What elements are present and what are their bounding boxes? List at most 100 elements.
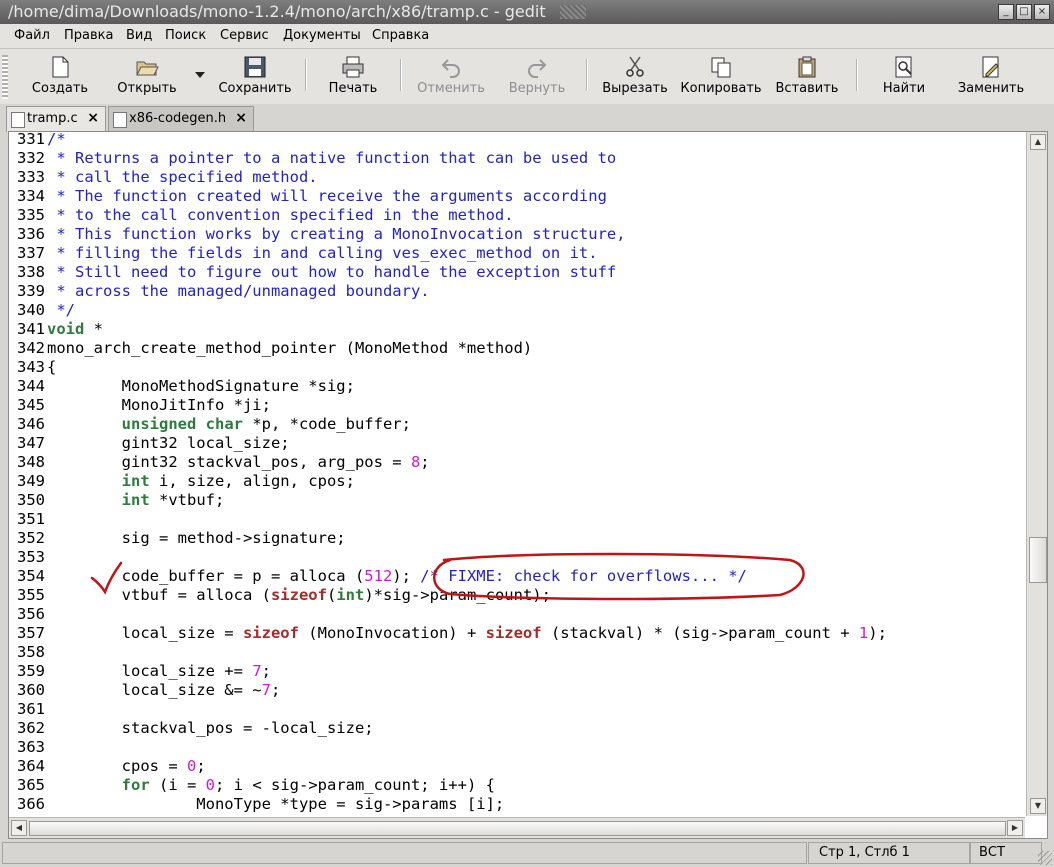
code-line[interactable]: 337 * filling the fields in and calling … (9, 244, 1025, 263)
code-line[interactable]: 343{ (9, 358, 1025, 377)
line-text[interactable]: * call the specified method. (47, 168, 317, 187)
menu-tools[interactable]: Сервис (220, 28, 269, 43)
code-line[interactable]: 361 (9, 700, 1025, 719)
line-text[interactable]: /* (47, 132, 66, 149)
code-line[interactable]: 342 mono_arch_create_method_pointer (Mono… (9, 339, 1025, 358)
code-editor[interactable]: 331/* 332 * Returns a pointer to a native… (9, 132, 1025, 816)
line-text[interactable]: * to the call convention specified in th… (47, 206, 513, 225)
code-line[interactable]: 339 * across the managed/unmanaged bound… (9, 282, 1025, 301)
code-line[interactable]: 345 MonoJitInfo *ji; (9, 396, 1025, 415)
code-line[interactable]: 357 local_size = sizeof (MonoInvocation)… (9, 624, 1025, 643)
menu-edit[interactable]: Правка (64, 28, 113, 43)
close-window-button[interactable]: × (1034, 4, 1050, 20)
code-line[interactable]: 340 */ (9, 301, 1025, 320)
scroll-thumb[interactable] (1029, 537, 1047, 583)
line-text[interactable]: * across the managed/unmanaged boundary. (47, 282, 429, 301)
horizontal-scrollbar[interactable]: ◀ ▶ (9, 817, 1025, 838)
line-text[interactable]: local_size += 7; (47, 662, 271, 681)
code-line[interactable]: 335 * to the call convention specified i… (9, 206, 1025, 225)
line-text[interactable]: local_size = sizeof (MonoInvocation) + s… (47, 624, 887, 643)
line-text[interactable]: MonoJitInfo *ji; (47, 396, 271, 415)
line-text[interactable]: MonoType *type = sig->params [i]; (47, 795, 504, 814)
code-line[interactable]: 349 int i, size, align, cpos; (9, 472, 1025, 491)
line-text[interactable]: mono_arch_create_method_pointer (MonoMet… (47, 339, 532, 358)
save-button[interactable]: Сохранить (218, 51, 292, 101)
menu-documents[interactable]: Документы (283, 28, 361, 43)
code-line[interactable]: 338 * Still need to figure out how to ha… (9, 263, 1025, 282)
line-text[interactable]: */ (47, 301, 75, 320)
copy-button[interactable]: Копировать (680, 51, 762, 101)
line-text[interactable]: for (i = 0; i < sig->param_count; i++) { (47, 776, 495, 795)
code-line[interactable]: 347 gint32 local_size; (9, 434, 1025, 453)
code-line[interactable]: 331/* (9, 132, 1025, 149)
find-button[interactable]: Найти (872, 51, 936, 101)
cut-button[interactable]: Вырезать (600, 51, 670, 101)
new-button[interactable]: Создать (28, 51, 92, 101)
maximize-button[interactable]: □ (1016, 4, 1032, 20)
code-line[interactable]: 333 * call the specified method. (9, 168, 1025, 187)
code-line[interactable]: 350 int *vtbuf; (9, 491, 1025, 510)
code-line[interactable]: 365 for (i = 0; i < sig->param_count; i+… (9, 776, 1025, 795)
scroll-right-icon[interactable]: ▶ (1007, 820, 1023, 836)
code-line[interactable]: 363 (9, 738, 1025, 757)
code-line[interactable]: 354 code_buffer = p = alloca (512); /* F… (9, 567, 1025, 586)
code-line[interactable]: 366 MonoType *type = sig->params [i]; (9, 795, 1025, 814)
replace-button[interactable]: Заменить (952, 51, 1030, 101)
line-text[interactable]: stackval_pos = -local_size; (47, 719, 374, 738)
line-text[interactable]: * Still need to figure out how to handle… (47, 263, 616, 282)
menu-view[interactable]: Вид (126, 28, 152, 43)
tab-x86-codegen-h[interactable]: x86-codegen.h × (108, 106, 254, 131)
code-line[interactable]: 360 local_size &= ~7; (9, 681, 1025, 700)
scroll-up-icon[interactable]: ▲ (1030, 134, 1046, 150)
code-line[interactable]: 352 sig = method->signature; (9, 529, 1025, 548)
code-line[interactable]: 364 cpos = 0; (9, 757, 1025, 776)
open-button[interactable]: Открыть (112, 51, 182, 101)
code-line[interactable]: 353 (9, 548, 1025, 567)
horizontal-scroll-thumb[interactable] (29, 821, 1006, 836)
line-text[interactable]: void * (47, 320, 103, 339)
line-text[interactable]: * The function created will receive the … (47, 187, 607, 206)
scroll-left-icon[interactable]: ◀ (11, 820, 27, 836)
code-line[interactable]: 358 (9, 643, 1025, 662)
line-text[interactable]: gint32 local_size; (47, 434, 290, 453)
code-line[interactable]: 355 vtbuf = alloca (sizeof(int)*sig->par… (9, 586, 1025, 605)
scroll-down-icon[interactable]: ▼ (1030, 798, 1046, 814)
code-line[interactable]: 336 * This function works by creating a … (9, 225, 1025, 244)
line-text[interactable]: * Returns a pointer to a native function… (47, 149, 616, 168)
line-text[interactable]: int *vtbuf; (47, 491, 225, 510)
line-text[interactable]: gint32 stackval_pos, arg_pos = 8; (47, 453, 430, 472)
menu-search[interactable]: Поиск (165, 28, 206, 43)
line-text[interactable]: vtbuf = alloca (sizeof(int)*sig->param_c… (47, 586, 551, 605)
resize-grip[interactable] (1038, 851, 1052, 865)
menu-help[interactable]: Справка (372, 28, 429, 43)
toolbar-handle[interactable] (2, 55, 8, 99)
minimize-button[interactable]: _ (998, 4, 1014, 20)
line-text[interactable]: * This function works by creating a Mono… (47, 225, 625, 244)
code-line[interactable]: 346 unsigned char *p, *code_buffer; (9, 415, 1025, 434)
line-text[interactable]: sig = method->signature; (47, 529, 346, 548)
code-line[interactable]: 351 (9, 510, 1025, 529)
tab-tramp-c[interactable]: tramp.c × (6, 106, 106, 132)
code-line[interactable]: 344 MonoMethodSignature *sig; (9, 377, 1025, 396)
vertical-scrollbar[interactable]: ▲ ▼ (1026, 132, 1047, 816)
line-text[interactable]: code_buffer = p = alloca (512); /* FIXME… (47, 567, 747, 586)
code-line[interactable]: 332 * Returns a pointer to a native func… (9, 149, 1025, 168)
close-tab-icon[interactable]: × (235, 110, 247, 126)
paste-button[interactable]: Вставить (772, 51, 842, 101)
print-button[interactable]: Печать (320, 51, 386, 101)
line-text[interactable]: cpos = 0; (47, 757, 206, 776)
code-line[interactable]: 348 gint32 stackval_pos, arg_pos = 8; (9, 453, 1025, 472)
line-text[interactable]: MonoMethodSignature *sig; (47, 377, 355, 396)
code-line[interactable]: 334 * The function created will receive … (9, 187, 1025, 206)
line-text[interactable]: { (47, 358, 56, 377)
menu-file[interactable]: Файл (14, 28, 50, 43)
redo-button[interactable]: Вернуть (504, 51, 570, 101)
code-line[interactable]: 356 (9, 605, 1025, 624)
line-text[interactable]: local_size &= ~7; (47, 681, 281, 700)
line-text[interactable]: unsigned char *p, *code_buffer; (47, 415, 411, 434)
undo-button[interactable]: Отменить (414, 51, 488, 101)
code-line[interactable]: 362 stackval_pos = -local_size; (9, 719, 1025, 738)
line-text[interactable]: * filling the fields in and calling ves_… (47, 244, 597, 263)
code-line[interactable]: 359 local_size += 7; (9, 662, 1025, 681)
close-tab-icon[interactable]: × (87, 110, 99, 126)
